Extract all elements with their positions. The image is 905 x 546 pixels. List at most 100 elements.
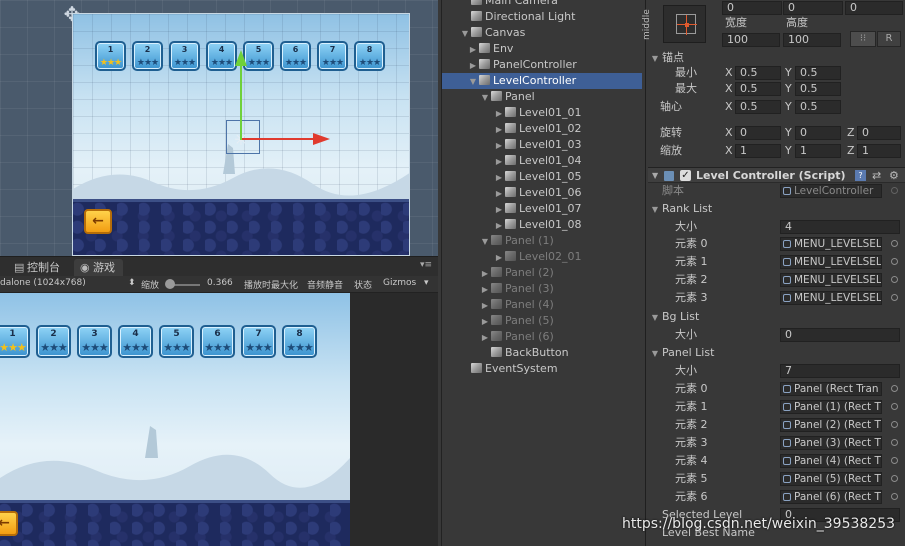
hierarchy-item[interactable]: ▼ Canvas [442,25,642,41]
collapse-arrow-icon[interactable]: ▶ [480,282,490,298]
tab-console[interactable]: ▤ 控制台 [8,259,68,277]
aspect-dropdown-icon[interactable]: ⬍ [128,278,136,288]
object-picker-icon[interactable] [891,385,898,392]
game-level-button[interactable]: 8 ★★★ [282,325,317,358]
hierarchy-item[interactable]: BackButton [442,345,642,361]
rank-size-field[interactable]: 4 [780,220,900,234]
gizmos-dropdown[interactable]: Gizmos [383,278,416,288]
hierarchy-item[interactable]: ▶ Env [442,41,642,57]
scene-level-button[interactable]: 8 ★★★ [354,41,385,71]
rank-element-field[interactable]: MENU_LEVELSEL [780,255,882,269]
rank-list-foldout[interactable]: ▼ Rank List [648,201,905,217]
collapse-arrow-icon[interactable]: ▶ [468,58,478,74]
collapse-arrow-icon[interactable]: ▶ [494,122,504,138]
scene-level-button[interactable]: 5 ★★★ [243,41,274,71]
aspect-dropdown[interactable]: dalone (1024x768) [0,278,86,288]
pivot-y-field[interactable]: 0.5 [795,100,841,114]
collapse-arrow-icon[interactable]: ▶ [480,298,490,314]
scene-back-button[interactable]: ← [84,209,112,234]
hierarchy-item[interactable]: ▶ Panel (4) [442,297,642,313]
gizmos-dropdown-icon[interactable]: ▾ [424,278,429,288]
scene-view[interactable]: ✥ 1★★★2★★★3★★★4★★★5★★★6★★★7★★★8★★★ ← ✳ [0,0,438,256]
tab-game[interactable]: ◉ 游戏 [74,259,123,277]
object-picker-icon[interactable] [891,403,898,410]
stats-toggle[interactable]: 状态 [354,278,372,291]
scene-level-button[interactable]: 7 ★★★ [317,41,348,71]
panel-list-foldout[interactable]: ▼ Panel List [648,345,905,361]
rotation-x-field[interactable]: 0 [735,126,781,140]
blueprint-mode-button[interactable]: ⁝⁝ [850,31,876,47]
component-foldout-icon[interactable]: ▼ [652,168,658,184]
hierarchy-item[interactable]: ▶ Level01_04 [442,153,642,169]
rotation-y-field[interactable]: 0 [795,126,841,140]
expand-arrow-icon[interactable]: ▼ [480,234,490,250]
collapse-arrow-icon[interactable]: ▶ [494,202,504,218]
scale-y-field[interactable]: 1 [795,144,841,158]
game-level-button[interactable]: 4 ★★★ [118,325,153,358]
hierarchy-item[interactable]: ▶ Level01_05 [442,169,642,185]
collapse-arrow-icon[interactable]: ▶ [494,170,504,186]
collapse-arrow-icon[interactable]: ▶ [468,42,478,58]
object-picker-icon[interactable] [891,439,898,446]
expand-arrow-icon[interactable]: ▼ [468,74,478,90]
hierarchy-item[interactable]: ▶ Level01_06 [442,185,642,201]
panel-element-field[interactable]: Panel (6) (Rect T [780,490,882,504]
hierarchy-item[interactable]: ▶ Panel (6) [442,329,642,345]
hierarchy-item[interactable]: ▶ Panel (2) [442,265,642,281]
maximize-on-play-toggle[interactable]: 播放时最大化 [244,278,298,291]
hierarchy-item[interactable]: ▶ PanelController [442,57,642,73]
component-enabled-checkbox[interactable]: ✓ [680,170,691,181]
scene-level-button[interactable]: 2 ★★★ [132,41,163,71]
scale-x-field[interactable]: 1 [735,144,781,158]
hierarchy-item[interactable]: ▶ Level01_02 [442,121,642,137]
preset-icon[interactable]: ⇄ [872,168,881,184]
scene-level-button[interactable]: 3 ★★★ [169,41,200,71]
scale-slider-knob[interactable] [165,279,175,289]
pivot-x-field[interactable]: 0.5 [735,100,781,114]
pos-z-field[interactable]: 0 [845,1,903,15]
move-gizmo-x-arrow-icon[interactable] [313,133,330,145]
move-gizmo-y-arrow-icon[interactable] [235,50,247,66]
rotation-z-field[interactable]: 0 [857,126,901,140]
game-level-button[interactable]: 5 ★★★ [159,325,194,358]
scene-level-button[interactable]: 6 ★★★ [280,41,311,71]
hierarchy-item[interactable]: ▶ Level01_03 [442,137,642,153]
object-picker-icon[interactable] [891,493,898,500]
rank-element-field[interactable]: MENU_LEVELSEL [780,291,882,305]
panel-size-field[interactable]: 7 [780,364,900,378]
hierarchy-item[interactable]: ▼ Panel [442,89,642,105]
panel-element-field[interactable]: Panel (1) (Rect T [780,400,882,414]
move-gizmo-y-axis[interactable] [240,60,242,140]
hierarchy-item[interactable]: ▶ Level01_01 [442,105,642,121]
anchor-min-y-field[interactable]: 0.5 [795,66,841,80]
game-level-button[interactable]: 2 ★★★ [36,325,71,358]
scale-z-field[interactable]: 1 [857,144,901,158]
hierarchy-item[interactable]: ▼ LevelController [442,73,642,89]
panel-element-field[interactable]: Panel (3) (Rect T [780,436,882,450]
pos-x-field[interactable]: 0 [722,1,782,15]
anchor-preset-button[interactable] [663,5,706,43]
panel-element-field[interactable]: Panel (2) (Rect T [780,418,882,432]
collapse-arrow-icon[interactable]: ▶ [494,186,504,202]
object-picker-icon[interactable] [891,240,898,247]
collapse-arrow-icon[interactable]: ▶ [494,138,504,154]
object-picker-icon[interactable] [891,457,898,464]
object-picker-icon[interactable] [891,294,898,301]
game-level-button[interactable]: 6 ★★★ [200,325,235,358]
anchor-max-y-field[interactable]: 0.5 [795,82,841,96]
object-picker-icon[interactable] [891,276,898,283]
bg-size-field[interactable]: 0 [780,328,900,342]
hierarchy-item[interactable]: Main Camera [442,0,642,9]
height-field[interactable]: 100 [783,33,841,47]
game-level-button[interactable]: 7 ★★★ [241,325,276,358]
game-canvas[interactable]: 1 ★★★ 2 ★★★ 3 ★★★ 4 ★★★ 5 ★★★ 6 ★★★ 7 ★★★ 8 ★★★ ← [0,293,350,546]
pos-y-field[interactable]: 0 [783,1,843,15]
game-level-button[interactable]: 1 ★★★ [0,325,30,358]
bg-list-foldout[interactable]: ▼ Bg List [648,309,905,325]
panel-menu-icon[interactable]: ▾≡ [420,260,432,270]
hierarchy-item[interactable]: Directional Light [442,9,642,25]
rank-element-field[interactable]: MENU_LEVELSEL [780,273,882,287]
hierarchy-item[interactable]: ▶ Level02_01 [442,249,642,265]
expand-arrow-icon[interactable]: ▼ [480,90,490,106]
panel-element-field[interactable]: Panel (4) (Rect T [780,454,882,468]
